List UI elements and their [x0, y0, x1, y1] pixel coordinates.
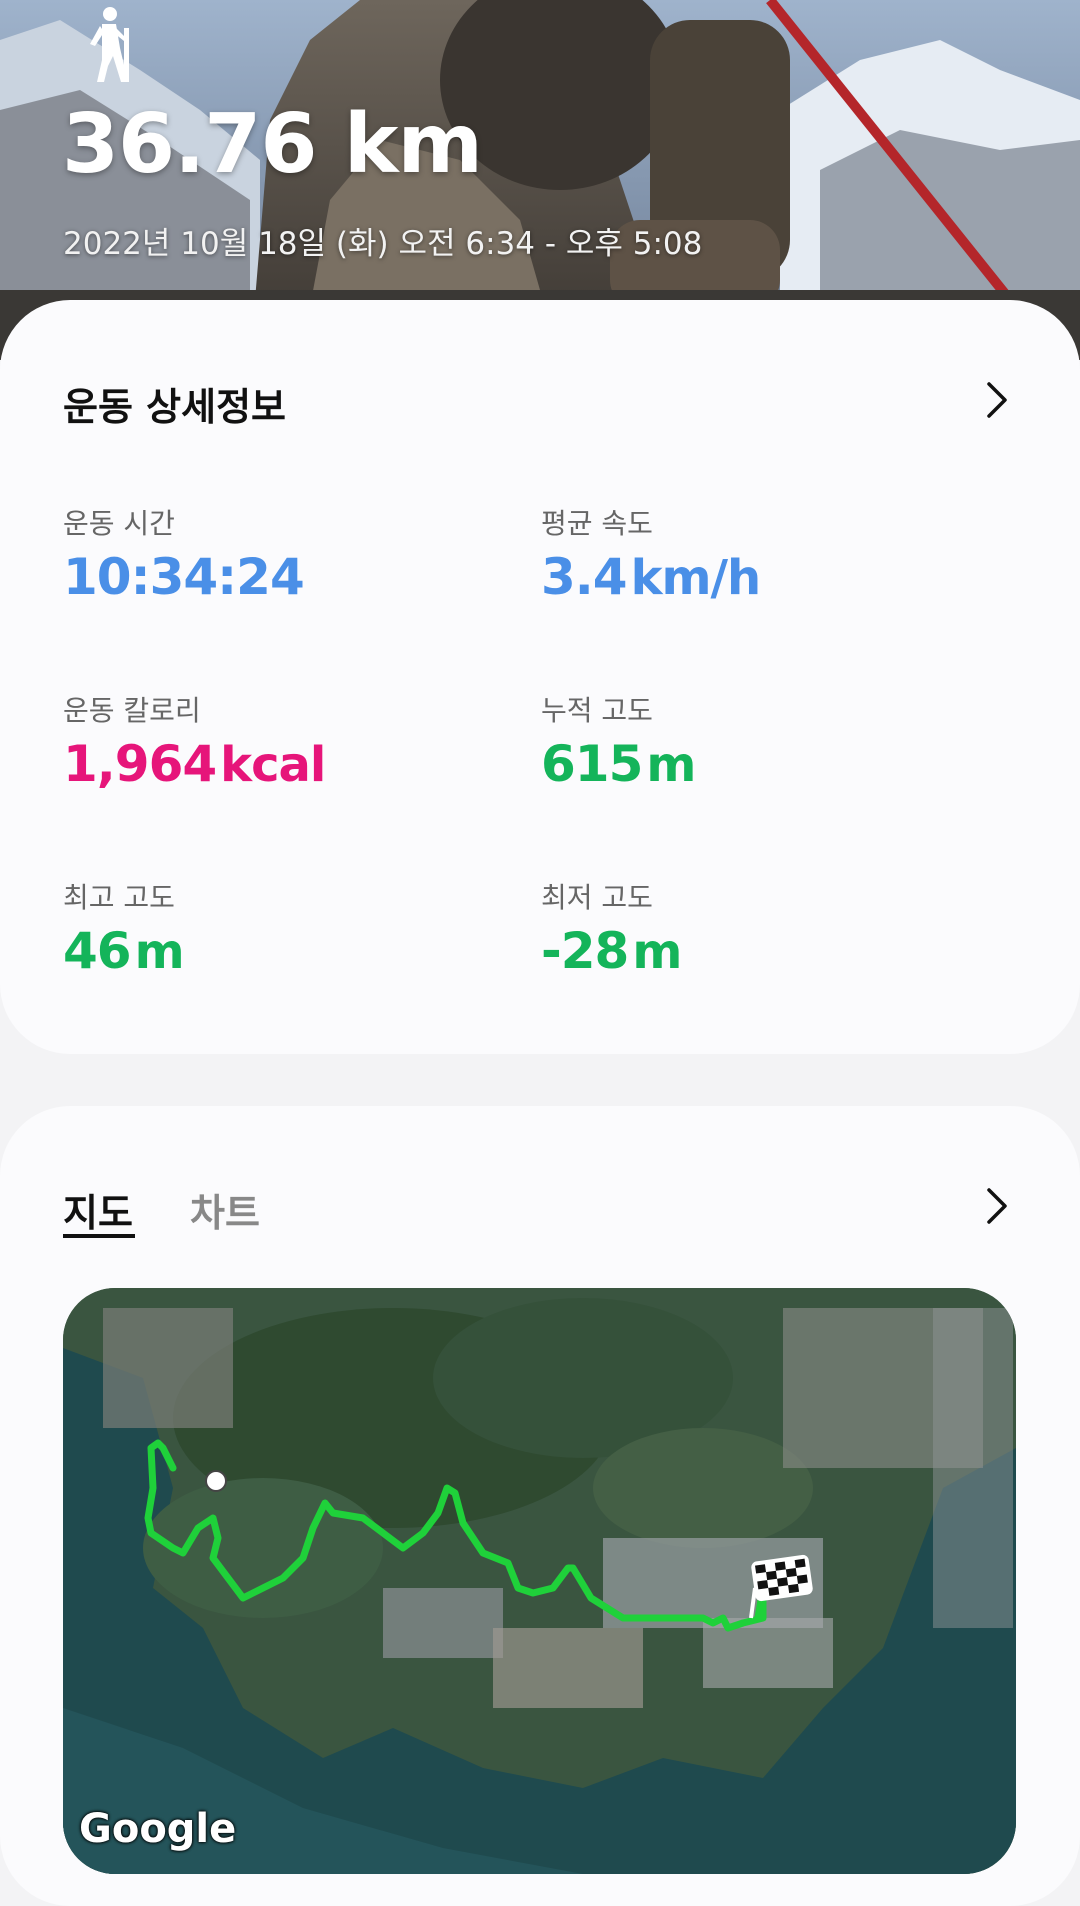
- hiking-icon: [90, 7, 129, 82]
- chevron-right-icon[interactable]: [981, 380, 1011, 420]
- stat-value-calories: 1,964kcal: [63, 735, 326, 793]
- total-distance: 36.76 km: [62, 97, 483, 192]
- stat-value-avg-speed: 3.4km/h: [541, 548, 761, 606]
- stat-value-min-altitude: -28m: [541, 922, 682, 980]
- stat-label-elevation-gain: 누적 고도: [541, 694, 653, 727]
- tab-chart[interactable]: 차트: [190, 1182, 260, 1237]
- start-marker: [205, 1470, 227, 1492]
- route-map[interactable]: Google: [63, 1288, 1016, 1874]
- stat-value-elevation-gain: 615m: [541, 735, 696, 793]
- stat-label-calories: 운동 칼로리: [63, 694, 201, 727]
- google-logo: Google: [79, 1806, 237, 1852]
- chevron-right-icon[interactable]: [981, 1186, 1011, 1226]
- satellite-map: [63, 1288, 1016, 1874]
- active-tab-indicator: [63, 1234, 135, 1238]
- tab-map[interactable]: 지도: [63, 1182, 133, 1237]
- stat-value-duration: 10:34:24: [63, 548, 305, 606]
- stat-value-max-altitude: 46m: [63, 922, 185, 980]
- stat-label-min-altitude: 최저 고도: [541, 881, 653, 914]
- workout-datetime: 2022년 10월 18일 (화) 오전 6:34 - 오후 5:08: [63, 226, 703, 262]
- stat-label-avg-speed: 평균 속도: [541, 507, 653, 540]
- stat-label-max-altitude: 최고 고도: [63, 881, 175, 914]
- details-title: 운동 상세정보: [63, 385, 286, 429]
- stat-label-duration: 운동 시간: [63, 507, 175, 540]
